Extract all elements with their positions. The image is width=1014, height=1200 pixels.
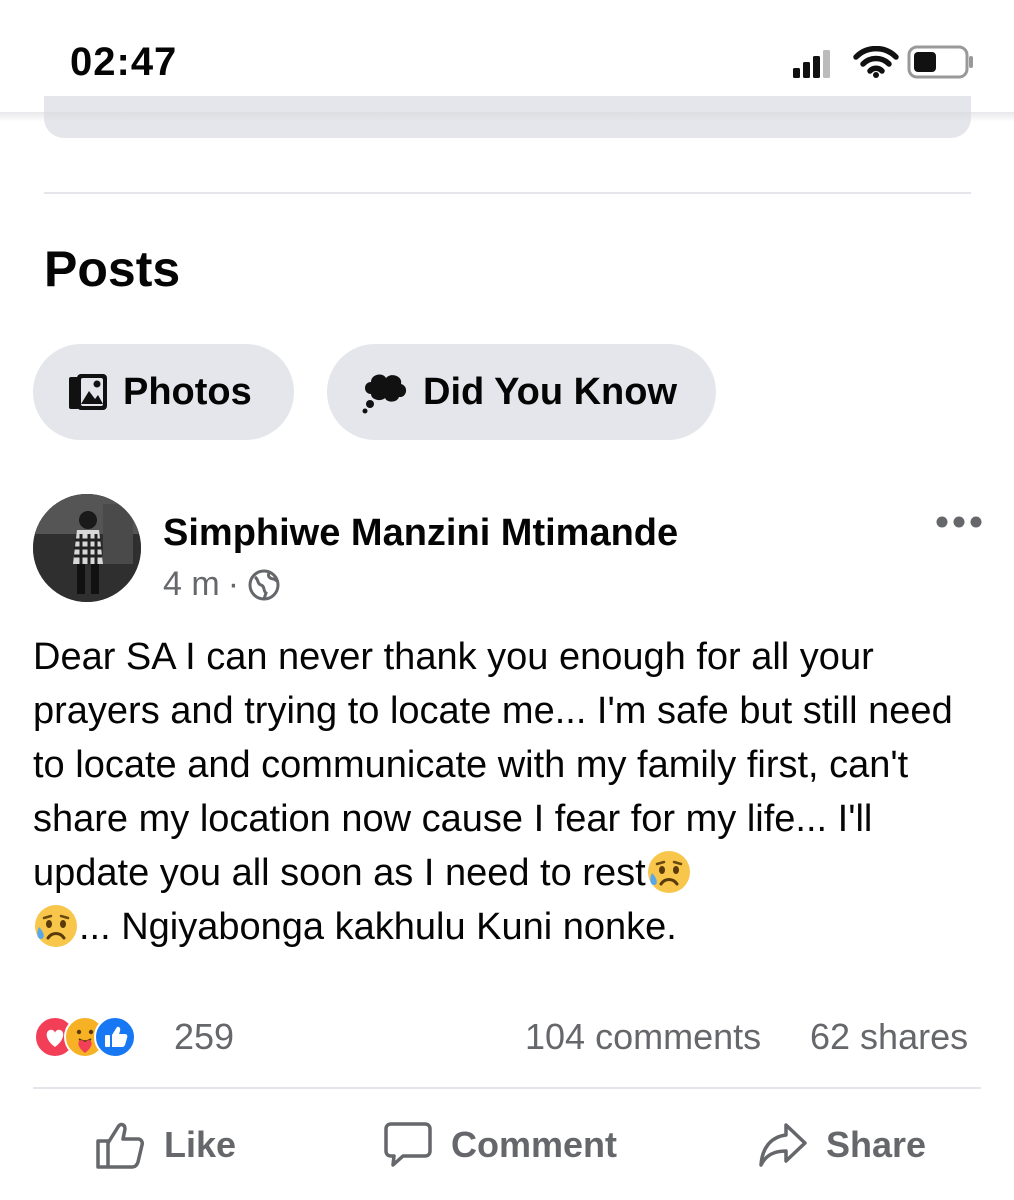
like-label: Like — [164, 1124, 237, 1165]
comment-label: Comment — [451, 1124, 618, 1165]
shares-count[interactable]: 62 shares — [810, 1016, 968, 1058]
did-you-know-chip[interactable]: Did You Know — [327, 344, 716, 440]
photos-chip[interactable]: Photos — [33, 344, 294, 440]
post-author-name[interactable]: Simphiwe Manzini Mtimande — [163, 512, 678, 555]
post-meta: 4 m · — [163, 565, 281, 604]
comment-button[interactable]: Comment — [383, 1115, 617, 1175]
did-you-know-chip-label: Did You Know — [423, 370, 678, 413]
avatar-photo — [33, 494, 141, 602]
thought-bubble-icon — [362, 374, 407, 414]
comments-count[interactable]: 104 comments — [525, 1016, 761, 1058]
reaction-count[interactable]: 259 — [174, 1016, 234, 1058]
more-options-icon[interactable] — [934, 508, 984, 536]
section-divider — [44, 192, 971, 194]
comment-bubble-icon — [384, 1122, 432, 1167]
share-button[interactable]: Share — [758, 1115, 926, 1175]
post-time[interactable]: 4 m — [163, 565, 220, 604]
status-time: 02:47 — [70, 40, 178, 84]
photos-chip-label: Photos — [123, 370, 252, 413]
reaction-icons[interactable] — [33, 1015, 137, 1059]
wifi-icon — [853, 46, 899, 78]
share-label: Share — [826, 1124, 927, 1165]
post-text-main: Dear SA I can never thank you enough for… — [33, 636, 953, 894]
photos-icon — [69, 374, 107, 410]
posts-heading: Posts — [44, 241, 181, 297]
sad-relieved-face-emoji — [647, 851, 690, 893]
battery-icon — [907, 45, 973, 79]
like-button[interactable]: Like — [94, 1115, 236, 1175]
post-text-end: ... Ngiyabonga kakhulu Kuni nonke. — [79, 906, 677, 948]
actions-divider — [33, 1087, 981, 1089]
meta-separator: · — [227, 565, 240, 603]
thumbs-up-icon — [96, 1122, 144, 1169]
cellular-signal-icon — [793, 50, 830, 78]
author-avatar[interactable] — [33, 494, 141, 602]
post-body: Dear SA I can never thank you enough for… — [33, 630, 983, 954]
like-reaction-icon — [94, 1016, 136, 1058]
sad-relieved-face-emoji — [35, 905, 77, 947]
share-arrow-icon — [759, 1123, 807, 1167]
header-shadow — [0, 112, 1014, 122]
globe-icon — [248, 569, 280, 600]
